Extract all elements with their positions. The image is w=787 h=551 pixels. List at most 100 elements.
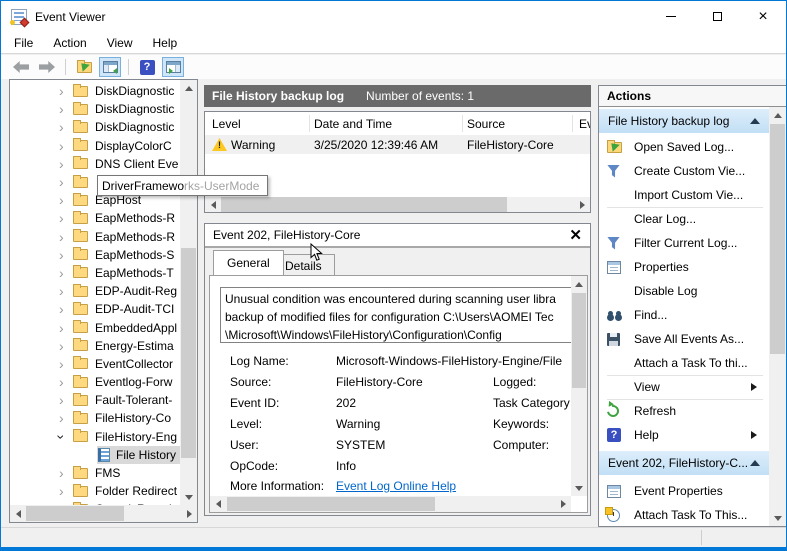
chevron-down-icon[interactable] [59, 432, 73, 442]
action-properties[interactable]: Properties [599, 255, 769, 279]
tree-item[interactable]: Energy-Estima [10, 337, 180, 355]
column-level[interactable]: Level [212, 117, 241, 131]
chevron-right-icon[interactable] [59, 377, 73, 387]
chevron-right-icon[interactable] [59, 86, 73, 96]
tree-item[interactable]: DNS Client Eve [10, 155, 180, 173]
column-separator[interactable] [309, 115, 310, 132]
event-row[interactable]: Warning 3/25/2020 12:39:46 AM FileHistor… [205, 135, 590, 154]
tree-item[interactable]: EapMethods-R [10, 228, 180, 246]
scroll-right-button[interactable] [556, 496, 571, 512]
scroll-left-button[interactable] [205, 197, 220, 212]
maximize-button[interactable] [694, 1, 740, 32]
back-button[interactable] [10, 57, 32, 77]
action-attach-task-to-event[interactable]: Attach Task To This... [599, 503, 769, 526]
scrollbar-thumb[interactable] [221, 197, 507, 212]
scroll-left-button[interactable] [10, 506, 25, 521]
scroll-down-button[interactable] [181, 490, 196, 505]
chevron-right-icon[interactable] [59, 304, 73, 314]
tree-item[interactable]: EventCollector [10, 355, 180, 373]
menu-action[interactable]: Action [43, 32, 96, 54]
column-separator[interactable] [572, 115, 573, 132]
tree-item[interactable]: DiskDiagnostic [10, 118, 180, 136]
column-source[interactable]: Source [467, 117, 505, 131]
scroll-down-button[interactable] [770, 511, 785, 526]
column-separator[interactable] [462, 115, 463, 132]
tree-item[interactable]: EDP-Audit-TCI [10, 300, 180, 318]
action-save-all-events[interactable]: Save All Events As... [599, 327, 769, 351]
chevron-right-icon[interactable] [59, 486, 73, 496]
action-clear-log[interactable]: Clear Log... [599, 207, 769, 231]
tree-item[interactable]: DisplayColorC [10, 137, 180, 155]
scrollbar-thumb[interactable] [770, 124, 785, 354]
export-log-button[interactable] [73, 55, 95, 77]
action-event-properties[interactable]: Event Properties [599, 479, 769, 503]
chevron-right-icon[interactable] [59, 177, 73, 187]
chevron-right-icon[interactable] [59, 286, 73, 296]
chevron-right-icon[interactable] [59, 232, 73, 242]
tree-vertical-scrollbar[interactable] [180, 80, 197, 505]
tree-item[interactable]: DiskDiagnostic [10, 82, 180, 100]
column-date[interactable]: Date and Time [314, 117, 392, 131]
chevron-right-icon[interactable] [59, 104, 73, 114]
menu-file[interactable]: File [4, 32, 43, 54]
scroll-up-button[interactable] [571, 276, 587, 291]
chevron-right-icon[interactable] [59, 250, 73, 260]
chevron-right-icon[interactable] [59, 323, 73, 333]
action-filter-current-log[interactable]: Filter Current Log... [599, 231, 769, 255]
tree-item[interactable]: EapMethods-R [10, 209, 180, 227]
tree-item[interactable]: FMS [10, 464, 180, 482]
event-description[interactable]: Unusual condition was encountered during… [220, 287, 572, 343]
tree-item[interactable]: EapMethods-T [10, 264, 180, 282]
preview-vertical-scrollbar[interactable] [571, 276, 587, 496]
scroll-up-button[interactable] [770, 107, 785, 122]
action-help[interactable]: Help [599, 423, 769, 447]
tree-item[interactable]: EDP-Audit-Reg [10, 282, 180, 300]
menu-help[interactable]: Help [143, 32, 188, 54]
tree-item[interactable]: FileHistory-Co [10, 409, 180, 427]
action-open-saved-log[interactable]: Open Saved Log... [599, 135, 769, 159]
minimize-button[interactable] [648, 1, 694, 32]
action-view[interactable]: View [599, 375, 769, 399]
action-disable-log[interactable]: Disable Log [599, 279, 769, 303]
preview-close-icon[interactable]: ✕ [569, 228, 582, 243]
chevron-right-icon[interactable] [59, 195, 73, 205]
scroll-right-button[interactable] [575, 197, 590, 212]
event-log-online-help-link[interactable]: Event Log Online Help [336, 479, 456, 493]
list-horizontal-scrollbar[interactable] [205, 197, 590, 212]
action-create-custom-view[interactable]: Create Custom Vie... [599, 159, 769, 183]
toggle-action-pane-button[interactable] [162, 57, 184, 77]
tab-general[interactable]: General [213, 250, 284, 275]
chevron-right-icon[interactable] [59, 395, 73, 405]
tree-item[interactable]: Eventlog-Forw [10, 373, 180, 391]
tree-item[interactable]: Fault-Tolerant- [10, 391, 180, 409]
column-event-id[interactable]: Event ID [579, 117, 590, 131]
actions-vertical-scrollbar[interactable] [769, 107, 786, 526]
scroll-up-button[interactable] [181, 80, 196, 95]
action-attach-task-to-log[interactable]: Attach a Task To thi... [599, 351, 769, 375]
chevron-right-icon[interactable] [59, 159, 73, 169]
actions-section-event-202[interactable]: Event 202, FileHistory-C... [599, 451, 769, 475]
scrollbar-thumb[interactable] [26, 506, 124, 521]
chevron-right-icon[interactable] [59, 122, 73, 132]
scrollbar-thumb[interactable] [227, 497, 435, 511]
chevron-right-icon[interactable] [59, 468, 73, 478]
chevron-right-icon[interactable] [59, 413, 73, 423]
preview-horizontal-scrollbar[interactable] [210, 496, 571, 512]
chevron-right-icon[interactable] [59, 141, 73, 151]
tree-item-file-history-selected[interactable]: File History [10, 445, 180, 464]
scroll-left-button[interactable] [210, 496, 225, 512]
action-refresh[interactable]: Refresh [599, 399, 769, 423]
chevron-right-icon[interactable] [59, 359, 73, 369]
action-find[interactable]: Find... [599, 303, 769, 327]
collapse-section-icon[interactable] [750, 455, 760, 466]
action-import-custom-view[interactable]: Import Custom Vie... [599, 183, 769, 207]
collapse-section-icon[interactable] [750, 113, 760, 124]
actions-section-file-history-log[interactable]: File History backup log [599, 109, 769, 133]
forward-button[interactable] [36, 57, 58, 77]
chevron-right-icon[interactable] [59, 268, 73, 278]
tree-item[interactable]: EmbeddedAppl [10, 318, 180, 336]
menu-view[interactable]: View [97, 32, 143, 54]
tree-item-filehistory-engine[interactable]: FileHistory-Eng [10, 428, 180, 446]
tree-item[interactable]: EapMethods-S [10, 246, 180, 264]
toggle-console-tree-button[interactable] [99, 57, 121, 77]
